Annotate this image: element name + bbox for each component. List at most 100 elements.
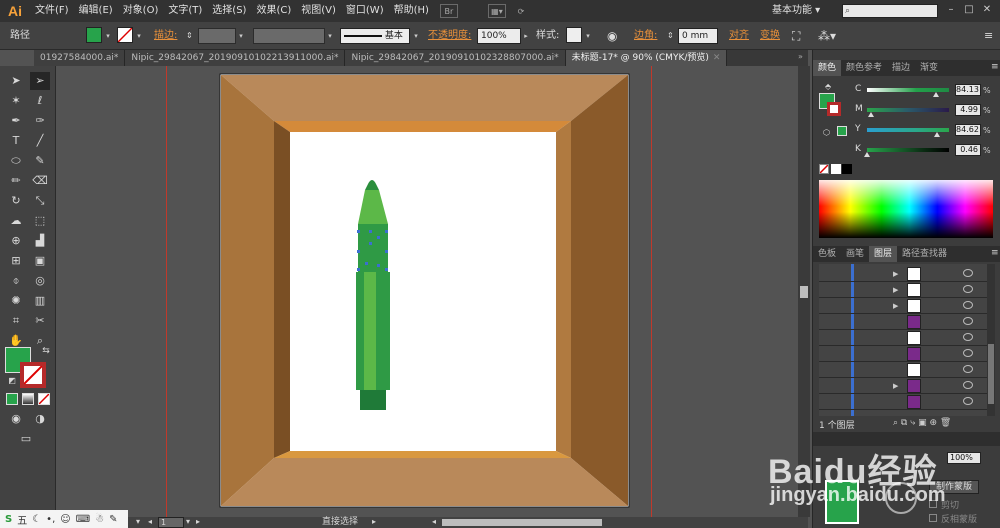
minimize-icon[interactable]: – [944,3,958,17]
fill-swatch[interactable] [86,27,102,43]
line-tool-icon[interactable]: ╱ [30,132,50,150]
blend-icon[interactable]: ◎ [30,272,50,290]
symbol-sprayer-icon[interactable]: ✺ [6,292,26,310]
channel-value-field[interactable]: 4.99 [955,104,981,116]
stroke-weight-stepper[interactable]: ⇕ [186,28,193,44]
arrange-documents-icon[interactable]: ▦▾ [487,4,506,18]
channel-slider-thumb[interactable] [864,152,871,157]
panel-stroke-swatch[interactable] [827,102,841,116]
tools-icon[interactable]: ✎ [109,514,117,525]
emoji-icon[interactable]: ☺ [60,514,70,525]
brush-definition[interactable]: 基本 [340,28,410,44]
channel-value-field[interactable]: 84.13 [955,84,981,96]
isolate-icon[interactable]: ⛶ [792,28,800,44]
magic-wand-icon[interactable]: ✶ [6,92,26,110]
corner-stepper[interactable]: ⇕ [667,28,674,44]
close-tab-icon[interactable]: ✕ [713,53,721,63]
skin-icon[interactable]: ☃ [95,514,104,525]
menu-item[interactable]: 编辑(E) [74,0,118,22]
invert-mask-checkbox[interactable] [929,514,937,522]
next-artboard-icon[interactable]: ▸ [196,517,200,526]
eraser-icon[interactable]: ⌫ [30,172,50,190]
canvas[interactable] [57,66,798,518]
scroll-thumb[interactable] [800,286,808,298]
make-mask-button[interactable]: 制作蒙版 [929,480,979,494]
target-circle-icon[interactable] [963,285,973,293]
panel-tab[interactable]: 画笔 [841,246,869,262]
stroke-label[interactable]: 描边: [154,28,177,44]
layer-row[interactable]: ▶ [819,378,987,394]
drawing-mode-icon[interactable]: ◉ [6,410,26,428]
search-input[interactable]: ⌕ [842,4,938,18]
menu-item[interactable]: 对象(O) [118,0,164,22]
tabs-overflow-icon[interactable]: » [798,52,803,61]
stroke-weight-dropdown-icon[interactable]: ▾ [236,28,246,44]
document-tab[interactable]: 01927584000.ai* [34,50,126,66]
layer-row[interactable]: ▶ [819,298,987,314]
keyboard-icon[interactable]: ⌨ [76,514,90,525]
layers-scrollbar[interactable] [987,264,995,416]
align-link[interactable]: 对齐 [729,28,749,44]
menu-item[interactable]: 文字(T) [163,0,207,22]
brush-dropdown-icon[interactable]: ▾ [411,28,421,44]
style-dropdown-icon[interactable]: ▾ [583,28,593,44]
layer-row[interactable] [819,314,987,330]
panel-tab[interactable]: 渐变 [915,60,943,76]
stroke-weight-field[interactable] [198,28,236,44]
channel-value-field[interactable]: 84.62 [955,124,981,136]
document-tab[interactable]: Nipic_29842067_20190910102328807000.ai* [345,50,566,66]
rotate-icon[interactable]: ↻ [6,192,26,210]
sync-icon[interactable]: ⟳ [512,4,530,18]
moon-icon[interactable]: ☾ [32,514,41,525]
panel-tab[interactable]: 描边 [887,60,915,76]
target-circle-icon[interactable] [963,269,973,277]
target-circle-icon[interactable] [963,317,973,325]
expand-arrow-icon[interactable]: ▶ [893,282,898,298]
options-icon[interactable]: ⁂▾ [818,28,836,44]
target-circle-icon[interactable] [963,365,973,373]
horizontal-scroll-thumb[interactable] [442,519,602,526]
fill-dropdown-icon[interactable]: ▾ [103,28,113,44]
panel-tab[interactable]: 颜色 [813,60,842,76]
close-icon[interactable]: ✕ [980,3,994,17]
black-swatch[interactable] [842,164,852,174]
column-graph-icon[interactable]: ▥ [30,292,50,310]
expand-arrow-icon[interactable]: ▶ [893,266,898,282]
free-transform-icon[interactable]: ⬚ [30,212,50,230]
target-circle-icon[interactable] [963,349,973,357]
color-mode-button[interactable] [6,393,18,405]
menu-item[interactable]: 选择(S) [207,0,251,22]
lasso-icon[interactable]: ℓ [30,92,50,110]
channel-slider[interactable] [867,108,949,112]
screen-mode-icon[interactable]: ▭ [16,430,36,448]
pen-tool-icon[interactable]: ✒ [6,112,26,130]
paintbrush-icon[interactable]: ✎ [30,152,50,170]
opacity-field[interactable]: 100% [477,28,521,44]
layer-row[interactable]: ▶ [819,266,987,282]
target-circle-icon[interactable] [963,333,973,341]
clip-checkbox[interactable] [929,500,937,508]
curvature-tool-icon[interactable]: ✑ [30,112,50,130]
warp-icon[interactable]: ☁ [6,212,26,230]
prev-artboard-icon[interactable]: ◂ [148,517,152,526]
artboard-number-field[interactable]: 1 [158,517,184,528]
document-tab[interactable]: 未标题-17* @ 90% (CMYK/预览) ✕ [565,50,728,66]
corner-label[interactable]: 边角: [634,28,657,44]
expand-arrow-icon[interactable]: ▶ [893,298,898,314]
ellipse-tool-icon[interactable]: ⬭ [6,152,26,170]
default-colors-icon[interactable]: ◩ [2,372,22,390]
profile-dropdown-icon[interactable]: ▾ [325,28,335,44]
swap-colors-icon[interactable]: ⇆ [36,342,56,360]
stroke-swatch[interactable] [117,27,133,43]
target-circle-icon[interactable] [963,397,973,405]
stroke-color-box[interactable] [20,362,46,388]
menu-item[interactable]: 视图(V) [296,0,341,22]
white-swatch[interactable] [831,164,841,174]
target-circle-icon[interactable] [963,381,973,389]
menu-item[interactable]: 文件(F) [30,0,74,22]
none-mode-button[interactable] [38,393,50,405]
opacity-label[interactable]: 不透明度: [428,28,471,44]
menu-item[interactable]: 效果(C) [251,0,296,22]
punctuation-icon[interactable]: •, [46,514,55,525]
perspective-grid-icon[interactable]: ▟ [30,232,50,250]
